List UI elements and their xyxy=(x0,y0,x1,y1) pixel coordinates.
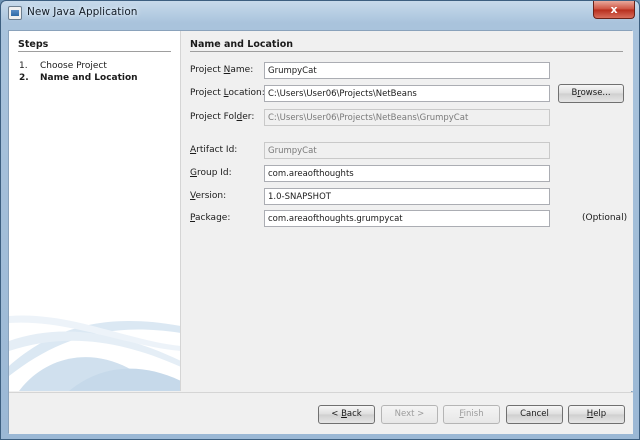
close-button[interactable]: x xyxy=(593,1,635,19)
step-label: Name and Location xyxy=(40,73,138,83)
package-label: Package: xyxy=(190,213,231,223)
browse-button[interactable]: Browse... xyxy=(558,84,624,103)
cancel-button[interactable]: Cancel xyxy=(506,405,563,424)
step-label: Choose Project xyxy=(40,61,107,71)
package-optional-hint: (Optional) xyxy=(582,213,628,223)
project-name-label: Project Name: xyxy=(190,65,254,75)
window-title: New Java Application xyxy=(27,6,138,18)
finish-button[interactable]: Finish xyxy=(443,405,500,424)
version-label: Version: xyxy=(190,191,227,201)
steps-heading: Steps xyxy=(18,39,49,50)
step-name-and-location: 2. Name and Location xyxy=(19,73,138,83)
version-input[interactable] xyxy=(264,188,550,205)
project-location-label: Project Location: xyxy=(190,88,265,98)
package-input[interactable] xyxy=(264,210,550,227)
java-app-icon xyxy=(8,6,22,20)
help-button[interactable]: Help xyxy=(568,405,625,424)
next-button[interactable]: Next > xyxy=(381,405,438,424)
group-id-input[interactable] xyxy=(264,165,550,182)
project-folder-label: Project Folder: xyxy=(190,112,255,122)
project-location-input[interactable] xyxy=(264,85,550,102)
steps-panel: Steps 1. Choose Project 2. Name and Locati… xyxy=(9,31,181,391)
name-and-location-panel: Name and Location Project Name: Project … xyxy=(182,31,633,391)
project-folder-input xyxy=(264,109,550,126)
project-name-input[interactable] xyxy=(264,62,550,79)
back-button[interactable]: < Back xyxy=(318,405,375,424)
artifact-id-label: Artifact Id: xyxy=(190,145,238,155)
netbeans-swoosh-graphic xyxy=(9,315,180,391)
group-id-label: Group Id: xyxy=(190,168,232,178)
wizard-window: New Java Application x Steps 1. Choose Pr… xyxy=(0,0,640,440)
section-divider xyxy=(190,51,623,52)
section-title: Name and Location xyxy=(190,39,294,50)
step-number: 1. xyxy=(19,61,28,71)
step-choose-project: 1. Choose Project xyxy=(19,61,107,71)
step-number: 2. xyxy=(19,73,29,83)
wizard-button-bar: < Back Next > Finish Cancel Help xyxy=(9,393,633,434)
title-bar[interactable]: New Java Application x xyxy=(1,1,639,25)
artifact-id-input xyxy=(264,142,550,159)
steps-divider xyxy=(18,51,171,52)
dialog-body: Steps 1. Choose Project 2. Name and Locati… xyxy=(8,30,633,434)
